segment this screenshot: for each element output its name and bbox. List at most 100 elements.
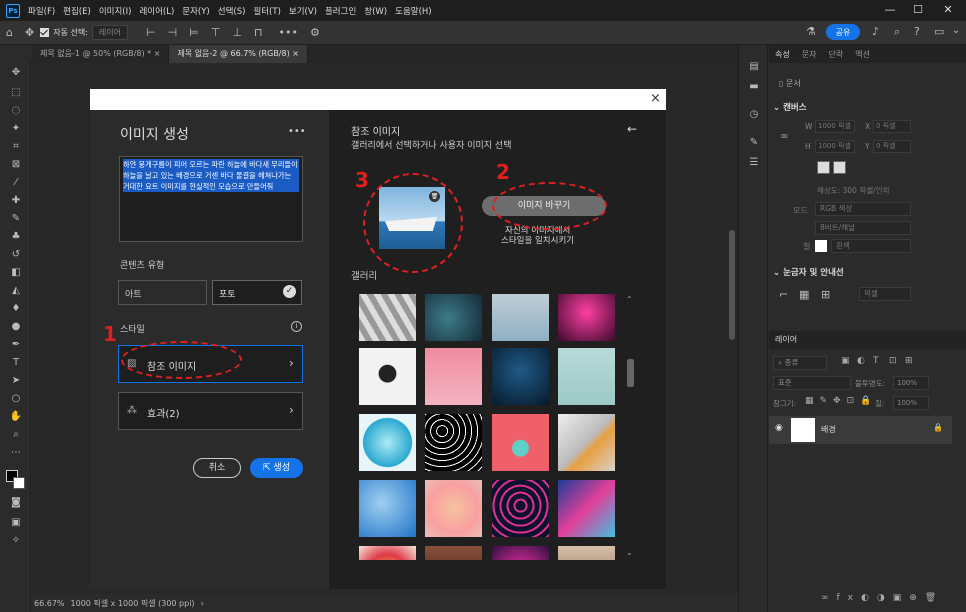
lasso-icon[interactable]: ◌	[9, 104, 23, 118]
layers-panel-title[interactable]: 레이어	[769, 331, 966, 349]
auto-select-checkbox[interactable]	[40, 28, 50, 37]
move-tool-icon[interactable]: ✥	[25, 26, 34, 39]
align-right-icon[interactable]: ⊨	[189, 26, 199, 39]
lock-icons[interactable]: ▦✎✥⊡🔒	[805, 396, 877, 406]
chevron-down-icon[interactable]: ⌄	[952, 25, 960, 36]
eye-icon[interactable]: ◉	[775, 423, 783, 433]
cancel-button[interactable]: 취소	[193, 458, 241, 478]
eyedropper-icon[interactable]: ⁄	[9, 176, 23, 190]
help-icon[interactable]: ?	[914, 25, 920, 38]
adjustments-icon[interactable]: ☰	[747, 157, 761, 171]
align-middle-icon[interactable]: ⊥	[232, 26, 242, 39]
close-icon[interactable]: ×	[650, 91, 661, 106]
gallery-item[interactable]	[492, 546, 549, 560]
menu-edit[interactable]: 편집(E)	[63, 5, 91, 17]
menu-plugins[interactable]: 플러그인	[325, 5, 356, 17]
history-brush-icon[interactable]: ↺	[9, 248, 23, 262]
comment-icon[interactable]: ▬	[747, 81, 761, 95]
close-window-button[interactable]: ✕	[934, 0, 962, 21]
filter-adjust-icon[interactable]: ◐	[857, 356, 865, 366]
filter-shape-icon[interactable]: ⊡	[889, 356, 897, 366]
gallery-item[interactable]	[558, 546, 615, 560]
layer-name[interactable]: 배경	[821, 424, 836, 435]
minimize-button[interactable]: —	[876, 0, 904, 21]
generate-icon[interactable]: ✧	[9, 534, 23, 548]
bit-depth-dropdown[interactable]: 8비트/채널	[815, 221, 911, 235]
auto-select-dropdown[interactable]: 레이어	[91, 25, 128, 40]
tab-character[interactable]: 문자	[796, 49, 823, 60]
menu-view[interactable]: 보기(V)	[289, 5, 317, 17]
lock-icon[interactable]: 🔒	[933, 423, 943, 432]
gallery-item[interactable]	[492, 414, 549, 471]
align-top-icon[interactable]: ⊤	[211, 26, 221, 39]
more-options-button[interactable]: •••	[288, 126, 306, 137]
healing-brush-icon[interactable]: ✚	[9, 194, 23, 208]
scroll-up-icon[interactable]: ⌃	[626, 295, 633, 304]
frame-icon[interactable]: ⊠	[9, 158, 23, 172]
background-color-swatch[interactable]	[13, 477, 25, 489]
filter-smart-icon[interactable]: ⊞	[905, 356, 913, 366]
layer-fill-field[interactable]: 100%	[893, 396, 929, 410]
type-icon[interactable]: T	[9, 356, 23, 370]
portrait-icon[interactable]	[817, 161, 830, 174]
menu-filter[interactable]: 필터(T)	[253, 5, 280, 17]
prompt-textarea[interactable]: 하얀 뭉게구름이 피어 오르는 파란 하늘에 바다새 무리들이 하늘을 날고 있…	[119, 156, 303, 242]
tab-document-2[interactable]: 제목 없음-2 @ 66.7% (RGB/8) ×	[169, 45, 308, 63]
opacity-field[interactable]: 100%	[893, 376, 929, 390]
align-center-icon[interactable]: ⊣	[168, 26, 178, 39]
gallery-item[interactable]	[425, 480, 482, 537]
gallery-item[interactable]	[425, 294, 482, 341]
zoom-icon[interactable]: ⌕	[9, 428, 23, 442]
path-select-icon[interactable]: ➤	[9, 374, 23, 388]
content-type-art-button[interactable]: 아트	[118, 280, 207, 305]
gallery-item[interactable]	[359, 294, 416, 341]
ruler-icon[interactable]: ⌐	[779, 288, 788, 301]
screen-mode-icon[interactable]: ▣	[9, 516, 23, 530]
dodge-icon[interactable]: ●	[9, 320, 23, 334]
bell-icon[interactable]: ♪	[872, 25, 879, 38]
paint-bucket-icon[interactable]: ◭	[9, 284, 23, 298]
scrollbar[interactable]	[729, 230, 735, 340]
marquee-icon[interactable]: ⬚	[9, 86, 23, 100]
grid-icon[interactable]: ▦	[799, 288, 809, 301]
workspace-icon[interactable]: ▭	[934, 25, 944, 38]
menu-window[interactable]: 창(W)	[364, 5, 387, 17]
tab-actions[interactable]: 액션	[849, 49, 876, 60]
gallery-item[interactable]	[425, 546, 482, 560]
menu-type[interactable]: 문자(Y)	[182, 5, 209, 17]
blur-icon[interactable]: ♦	[9, 302, 23, 316]
more-tools-icon[interactable]: ⋯	[9, 446, 23, 460]
effects-button[interactable]: ⁂ 효과(2) ›	[118, 392, 303, 430]
tab-paragraph[interactable]: 단락	[822, 49, 849, 60]
content-type-photo-button[interactable]: 포토 ✓	[212, 280, 302, 305]
gallery-item[interactable]	[558, 414, 615, 471]
tab-document-1[interactable]: 제목 없음-1 @ 50% (RGB/8) * ×	[32, 45, 170, 63]
layer-kind-filter[interactable]: ⌕ 종류	[773, 356, 827, 370]
clock-icon[interactable]: ◷	[747, 109, 761, 123]
height-field[interactable]: 1000 픽셀	[815, 140, 855, 153]
gallery-item[interactable]	[425, 414, 482, 471]
filter-type-icon[interactable]: T	[873, 356, 879, 366]
quick-mask-icon[interactable]: ◙	[9, 496, 23, 510]
back-arrow-icon[interactable]: ←	[627, 122, 637, 136]
status-arrow[interactable]: ›	[201, 599, 204, 608]
link-icon[interactable]: ∞	[780, 131, 788, 142]
layer-row[interactable]: ◉ 배경 🔒	[769, 416, 952, 444]
close-icon[interactable]: ×	[154, 49, 161, 58]
gallery-item[interactable]	[359, 546, 416, 560]
layer-actions[interactable]: ∞fx◐◑▣⊕🗑	[821, 593, 944, 603]
crop-icon[interactable]: ⌗	[9, 140, 23, 154]
eraser-icon[interactable]: ◧	[9, 266, 23, 280]
gallery-item[interactable]	[558, 480, 615, 537]
magic-wand-icon[interactable]: ✦	[9, 122, 23, 136]
menu-file[interactable]: 파일(F)	[28, 5, 55, 17]
fill-dropdown[interactable]: 흰색	[831, 239, 911, 253]
canvas-section-title[interactable]: ⌄ 캔버스	[773, 101, 807, 113]
menu-select[interactable]: 선택(S)	[218, 5, 246, 17]
generate-button[interactable]: ⇱ 생성	[250, 458, 303, 478]
brush-icon[interactable]: ✎	[9, 212, 23, 226]
info-icon[interactable]: i	[291, 321, 302, 332]
gallery-item[interactable]	[492, 348, 549, 405]
zoom-level[interactable]: 66.67%	[34, 599, 65, 608]
gallery-item[interactable]	[425, 348, 482, 405]
